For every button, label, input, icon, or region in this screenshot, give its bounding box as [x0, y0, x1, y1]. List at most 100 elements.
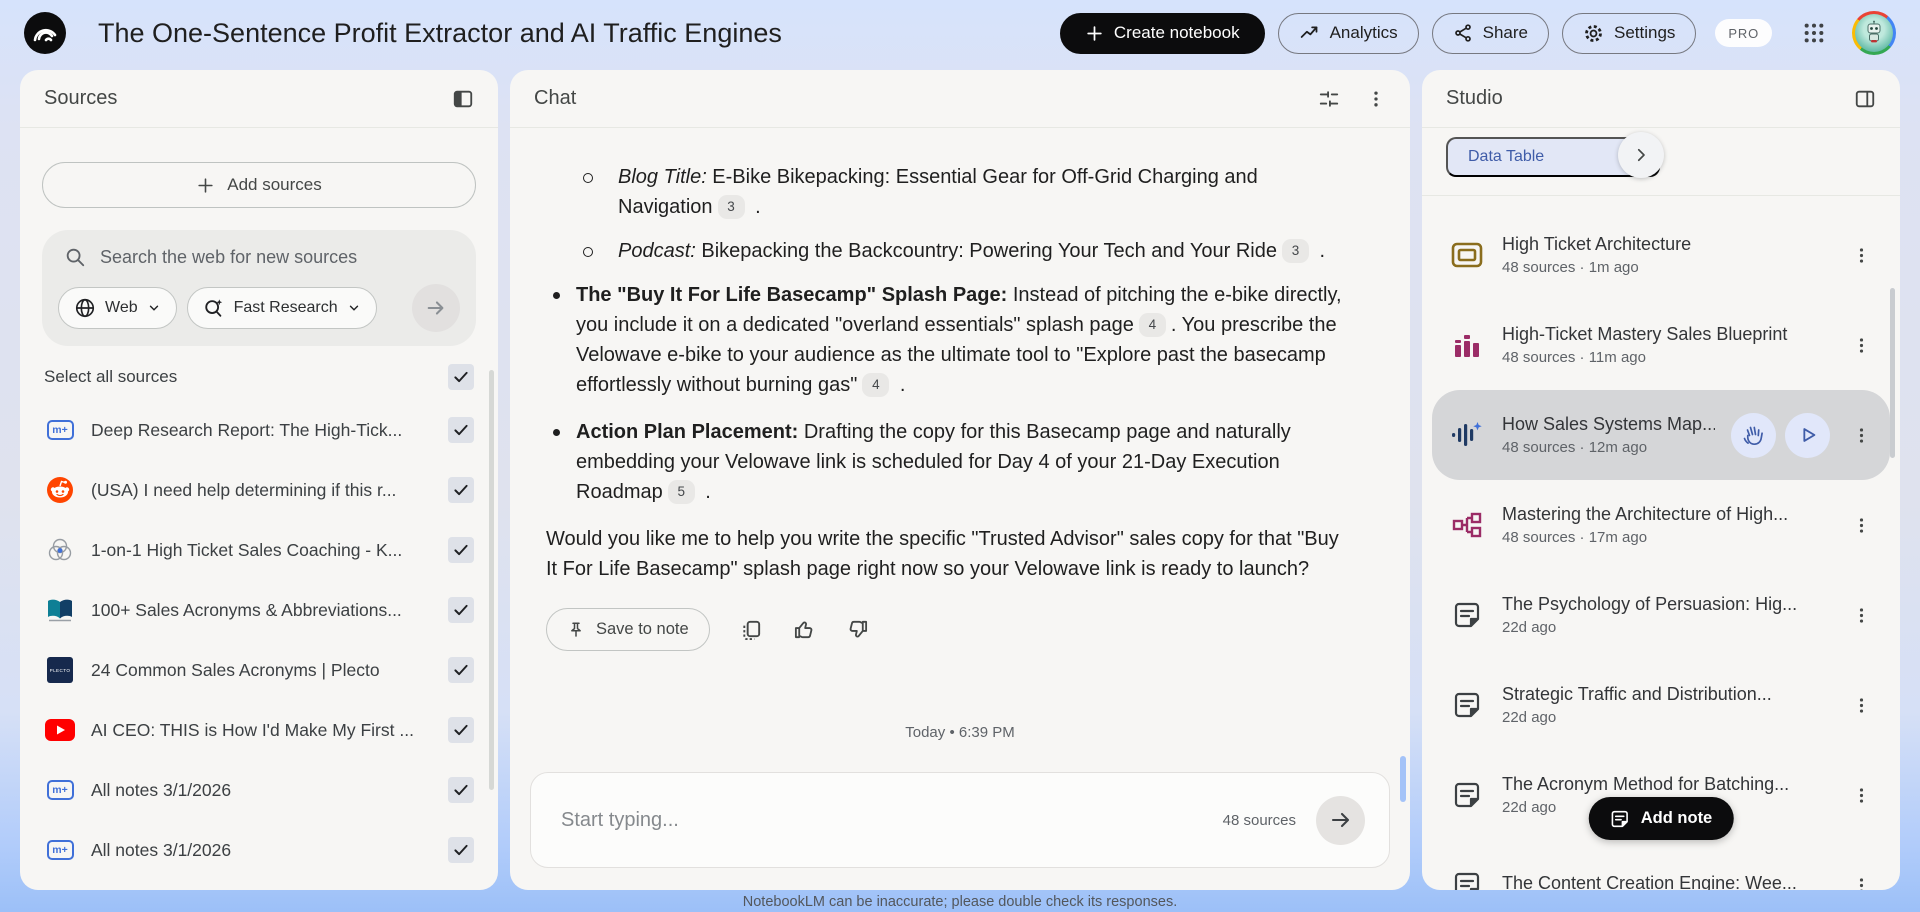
studio-item-menu-icon[interactable] [1848, 246, 1874, 265]
analytics-button[interactable]: Analytics [1278, 13, 1419, 54]
flowchart-icon [1448, 511, 1486, 539]
notebooklm-note-icon: m+ [47, 840, 74, 860]
studio-item-menu-icon[interactable] [1848, 516, 1874, 535]
studio-item[interactable]: High Ticket Architecture 48 sources · 1m… [1432, 210, 1890, 300]
source-row[interactable]: AI CEO: THIS is How I'd Make My First ..… [20, 700, 498, 760]
create-notebook-button[interactable]: Create notebook [1060, 13, 1265, 54]
studio-item-menu-icon[interactable] [1848, 786, 1874, 805]
web-filter-dropdown[interactable]: Web [58, 287, 177, 329]
note-doc-icon [1448, 780, 1486, 810]
source-checkbox[interactable] [448, 477, 474, 503]
robot-avatar-image [1855, 14, 1893, 52]
youtube-icon [44, 719, 76, 741]
source-row[interactable]: (USA) I need help determining if this r.… [20, 460, 498, 520]
chat-input[interactable] [561, 809, 1223, 832]
source-row[interactable]: PLECTO 24 Common Sales Acronyms | Plecto [20, 640, 498, 700]
chat-panel-title: Chat [534, 87, 576, 110]
disclaimer-text: NotebookLM can be inaccurate; please dou… [0, 894, 1920, 910]
bar-chart-icon [1448, 331, 1486, 359]
submit-search-button[interactable] [412, 284, 460, 332]
thumbs-up-icon[interactable] [793, 618, 816, 641]
send-message-button[interactable] [1316, 796, 1365, 845]
source-row[interactable]: 100+ Sales Acronyms & Abbreviations... [20, 580, 498, 640]
chat-more-menu-icon[interactable] [1366, 89, 1386, 109]
citation-chip[interactable]: 4 [862, 373, 889, 397]
save-to-note-button[interactable]: Save to note [546, 608, 710, 651]
search-web-input[interactable]: Search the web for new sources [100, 247, 357, 268]
studio-item[interactable]: The Content Creation Engine: Wee... [1432, 840, 1890, 890]
add-note-button[interactable]: Add note [1589, 797, 1734, 840]
source-checkbox[interactable] [448, 417, 474, 443]
add-sources-button[interactable]: Add sources [42, 162, 476, 208]
studio-item-menu-icon[interactable] [1848, 696, 1874, 715]
note-doc-icon [1448, 600, 1486, 630]
reddit-icon [44, 476, 76, 504]
studio-chip-row: Data Table [1422, 128, 1900, 196]
chat-settings-tune-icon[interactable] [1318, 88, 1340, 110]
studio-item[interactable]: Strategic Traffic and Distribution... 22… [1432, 660, 1890, 750]
source-list: m+ Deep Research Report: The High-Tick..… [20, 400, 498, 880]
studio-item[interactable]: Mastering the Architecture of High... 48… [1432, 480, 1890, 570]
chat-closing-question: Would you like me to help you write the … [546, 524, 1346, 584]
play-icon [1797, 424, 1819, 446]
globe-icon [74, 297, 96, 319]
studio-item-menu-icon[interactable] [1848, 606, 1874, 625]
plecto-logo-icon: PLECTO [47, 657, 73, 683]
plus-icon [1085, 24, 1104, 43]
interactive-mode-hand-button[interactable] [1731, 413, 1776, 458]
chat-sub-bullet: Blog Title: E-Bike Bikepacking: Essentia… [546, 162, 1336, 222]
source-row[interactable]: m+ All notes 3/1/2026 [20, 820, 498, 880]
chat-scrollbar[interactable] [1400, 756, 1406, 802]
chat-message: Blog Title: E-Bike Bikepacking: Essentia… [510, 128, 1410, 651]
chevron-down-icon [147, 301, 161, 315]
notebooklm-note-icon: m+ [47, 780, 74, 800]
copy-response-icon[interactable] [740, 618, 763, 641]
pro-badge: PRO [1715, 19, 1772, 47]
collapse-sources-panel-icon[interactable] [452, 88, 474, 110]
notebook-title[interactable]: The One-Sentence Profit Extractor and AI… [98, 18, 782, 49]
studio-item-selected[interactable]: How Sales Systems Map... 48 sources · 12… [1432, 390, 1890, 480]
studio-item-menu-icon[interactable] [1848, 876, 1874, 891]
studio-item-menu-icon[interactable] [1848, 426, 1874, 445]
user-avatar[interactable] [1852, 11, 1896, 55]
expand-studio-panel-icon[interactable] [1854, 88, 1876, 110]
select-all-checkbox[interactable] [448, 364, 474, 390]
thumbs-down-icon[interactable] [846, 618, 869, 641]
studio-item-menu-icon[interactable] [1848, 336, 1874, 355]
notebooklm-logo-icon[interactable] [24, 12, 66, 54]
share-button[interactable]: Share [1432, 13, 1549, 54]
arrow-right-icon [425, 297, 447, 319]
play-audio-button[interactable] [1785, 413, 1830, 458]
fast-research-dropdown[interactable]: Fast Research [187, 287, 377, 329]
citation-chip[interactable]: 4 [1139, 313, 1166, 337]
source-checkbox[interactable] [448, 777, 474, 803]
note-icon [1610, 809, 1630, 829]
notebooklm-note-icon: m+ [47, 420, 74, 440]
arrow-right-icon [1329, 808, 1353, 832]
pin-icon [567, 621, 585, 639]
chat-timestamp: Today • 6:39 PM [510, 724, 1410, 741]
source-checkbox[interactable] [448, 837, 474, 863]
studio-scrollbar[interactable] [1890, 288, 1895, 458]
source-checkbox[interactable] [448, 657, 474, 683]
web-search-card: Search the web for new sources Web Fast … [42, 230, 476, 346]
source-row[interactable]: m+ Deep Research Report: The High-Tick..… [20, 400, 498, 460]
book-icon [44, 597, 76, 623]
source-checkbox[interactable] [448, 717, 474, 743]
settings-button[interactable]: Settings [1562, 13, 1696, 54]
studio-item[interactable]: High-Ticket Mastery Sales Blueprint 48 s… [1432, 300, 1890, 390]
plus-icon [196, 176, 215, 195]
google-apps-grid-icon[interactable] [1793, 12, 1835, 54]
chip-scroll-right-button[interactable] [1618, 132, 1664, 178]
sources-scrollbar[interactable] [489, 370, 494, 790]
citation-chip[interactable]: 5 [668, 480, 695, 504]
studio-item[interactable]: The Psychology of Persuasion: Hig... 22d… [1432, 570, 1890, 660]
citation-chip[interactable]: 3 [1282, 239, 1309, 263]
source-checkbox[interactable] [448, 597, 474, 623]
source-row[interactable]: 1-on-1 High Ticket Sales Coaching - K... [20, 520, 498, 580]
source-checkbox[interactable] [448, 537, 474, 563]
chat-bullet: The "Buy It For Life Basecamp" Splash Pa… [546, 280, 1356, 400]
source-row[interactable]: m+ All notes 3/1/2026 [20, 760, 498, 820]
citation-chip[interactable]: 3 [718, 195, 745, 219]
chat-panel: Chat Blog Title: E-Bike Bikepacking: Ess… [510, 70, 1410, 890]
